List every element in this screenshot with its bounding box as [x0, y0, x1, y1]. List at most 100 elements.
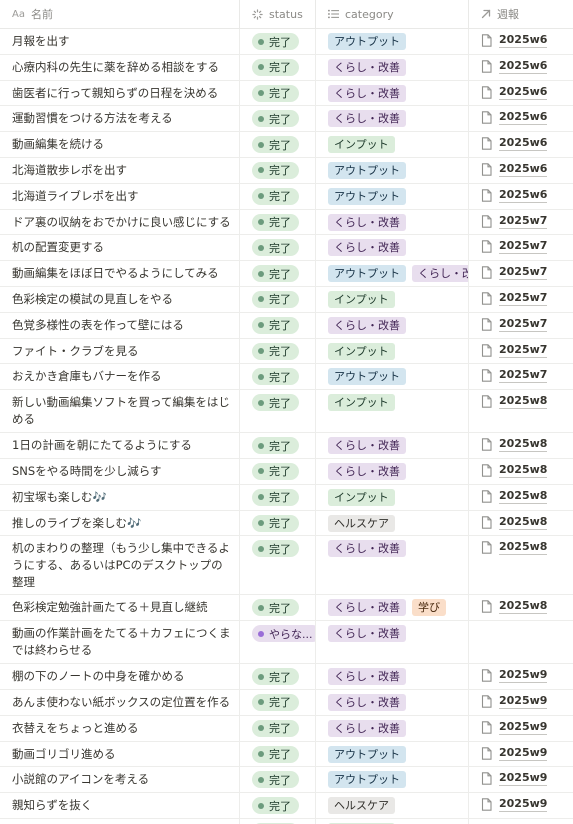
- header-status[interactable]: status: [240, 0, 316, 28]
- task-name[interactable]: 動画編集をほぼ日でやるようにしてみる: [12, 265, 225, 282]
- category-cell[interactable]: アウトプットくらし・改善: [316, 261, 469, 286]
- week-cell[interactable]: 2025w9: [469, 716, 573, 741]
- status-cell[interactable]: 完了: [240, 338, 316, 364]
- table-row[interactable]: 推しのライブを楽しむ🎶 完了 ヘルスケア 2025w8: [0, 510, 573, 537]
- week-relation-link[interactable]: 2025w6: [481, 85, 548, 100]
- status-cell[interactable]: 完了: [240, 54, 316, 80]
- name-cell[interactable]: あんま使わない紙ボックスの定位置を作る: [0, 689, 240, 715]
- week-cell[interactable]: 2025w9: [469, 742, 573, 767]
- table-row[interactable]: 北海道ライブレポを出す 完了 アウトプット 2025w6: [0, 183, 573, 210]
- task-name[interactable]: 1日の計画を朝にたてるようにする: [12, 437, 198, 454]
- status-badge[interactable]: 完了: [252, 437, 299, 455]
- status-cell[interactable]: 完了: [240, 689, 316, 715]
- category-cell[interactable]: インプット: [316, 286, 469, 312]
- category-cell[interactable]: アウトプット: [316, 741, 469, 767]
- category-tag[interactable]: くらし・改善: [328, 625, 406, 643]
- task-name[interactable]: 心療内科の先生に薬を辞める相談をする: [12, 59, 225, 76]
- category-cell[interactable]: アウトプット: [316, 183, 469, 209]
- name-cell[interactable]: 北海道ライブレポを出す: [0, 183, 240, 209]
- task-name[interactable]: 動画編集を続ける: [12, 136, 110, 153]
- status-badge[interactable]: 完了: [252, 668, 299, 686]
- category-tag[interactable]: くらし・改善: [412, 265, 468, 283]
- category-cell[interactable]: くらし・改善: [316, 209, 469, 235]
- task-name[interactable]: 色彩検定の模試の見直しをやる: [12, 291, 179, 308]
- name-cell[interactable]: 歯医者に行って親知らずの日程を決める: [0, 80, 240, 106]
- status-cell[interactable]: 完了: [240, 312, 316, 338]
- category-tag[interactable]: くらし・改善: [328, 437, 406, 455]
- category-tag[interactable]: くらし・改善: [328, 693, 406, 711]
- week-cell[interactable]: 2025w6: [469, 55, 573, 80]
- name-cell[interactable]: 動画編集をほぼ日でやるようにしてみる: [0, 261, 240, 286]
- category-cell[interactable]: ヘルスケア: [316, 510, 469, 536]
- status-cell[interactable]: 完了: [240, 767, 316, 793]
- header-week[interactable]: 週報: [469, 0, 573, 28]
- name-cell[interactable]: 棚の下のノートの中身を確かめる: [0, 664, 240, 689]
- status-badge[interactable]: 完了: [252, 110, 299, 128]
- table-row[interactable]: おえかき倉庫もバナーを作る 完了 アウトプット 2025w7: [0, 364, 573, 391]
- week-cell[interactable]: 2025w7: [469, 235, 573, 260]
- week-cell[interactable]: 2025w7: [469, 210, 573, 235]
- category-tag[interactable]: アウトプット: [328, 265, 406, 283]
- category-cell[interactable]: くらし・改善: [316, 664, 469, 689]
- week-cell[interactable]: 2025w6: [469, 132, 573, 157]
- task-name[interactable]: 色覚多様性の表を作って壁にはる: [12, 317, 190, 334]
- category-cell[interactable]: くらし・改善: [316, 235, 469, 261]
- header-name[interactable]: Aa 名前: [0, 0, 240, 28]
- week-relation-link[interactable]: 2025w9: [481, 797, 548, 813]
- status-cell[interactable]: 完了: [240, 261, 316, 286]
- task-name[interactable]: 動画の作業計画をたてる＋カフェにつくまでは終わらせる: [12, 625, 239, 659]
- category-cell[interactable]: アウトプット: [316, 157, 469, 183]
- category-tag[interactable]: くらし・改善: [328, 540, 406, 558]
- table-row[interactable]: 小説館のアイコンを考える 完了 アウトプット 2025w9: [0, 767, 573, 794]
- table-row[interactable]: ドア裏の収納をおでかけに良い感じにする 完了 くらし・改善 2025w7: [0, 209, 573, 236]
- task-name[interactable]: 北海道散歩レポを出す: [12, 162, 133, 179]
- status-badge[interactable]: 完了: [252, 33, 299, 50]
- category-tag[interactable]: くらし・改善: [328, 84, 406, 102]
- status-cell[interactable]: 完了: [240, 510, 316, 536]
- week-relation-link[interactable]: 2025w8: [481, 515, 548, 530]
- category-cell[interactable]: インプット: [316, 818, 469, 824]
- category-tag[interactable]: くらし・改善: [328, 668, 406, 686]
- week-cell[interactable]: 2025w9: [469, 819, 573, 824]
- table-row[interactable]: 色覚多様性の表を作って壁にはる 完了 くらし・改善 2025w7: [0, 312, 573, 339]
- status-badge[interactable]: 完了: [252, 58, 299, 76]
- week-cell[interactable]: 2025w8: [469, 595, 573, 620]
- status-cell[interactable]: 完了: [240, 390, 316, 433]
- task-name[interactable]: 推しのライブを楽しむ🎶: [12, 515, 147, 532]
- status-cell[interactable]: 完了: [240, 484, 316, 510]
- task-name[interactable]: 衣替えをちょっと進める: [12, 720, 145, 737]
- status-badge[interactable]: 完了: [252, 540, 299, 558]
- week-relation-link[interactable]: 2025w6: [481, 188, 548, 203]
- status-badge[interactable]: 完了: [252, 136, 299, 154]
- week-cell[interactable]: 2025w8: [469, 459, 573, 484]
- status-cell[interactable]: 完了: [240, 433, 316, 458]
- name-cell[interactable]: 動画編集を続ける: [0, 132, 240, 157]
- status-badge[interactable]: 完了: [252, 161, 299, 179]
- category-tag[interactable]: インプット: [328, 342, 395, 360]
- category-cell[interactable]: インプット: [316, 484, 469, 510]
- task-name[interactable]: ドア裏の収納をおでかけに良い感じにする: [12, 214, 237, 231]
- category-cell[interactable]: インプット: [316, 338, 469, 364]
- table-row[interactable]: 1日の計画を朝にたてるようにする 完了 くらし・改善 2025w8: [0, 433, 573, 459]
- category-cell[interactable]: アウトプット: [316, 767, 469, 793]
- category-tag[interactable]: アウトプット: [328, 771, 406, 789]
- name-cell[interactable]: 動画ゴリゴリ進める: [0, 741, 240, 767]
- table-row[interactable]: あんま使わない紙ボックスの定位置を作る 完了 くらし・改善 2025w9: [0, 689, 573, 716]
- status-cell[interactable]: 完了: [240, 664, 316, 689]
- week-cell[interactable]: 2025w8: [469, 511, 573, 536]
- task-name[interactable]: 親知らずを抜く: [12, 797, 98, 814]
- week-cell[interactable]: 2025w9: [469, 767, 573, 792]
- task-name[interactable]: 棚の下のノートの中身を確かめる: [12, 668, 191, 685]
- name-cell[interactable]: 色彩検定の模試の見直しをやる: [0, 286, 240, 312]
- name-cell[interactable]: ファイト・クラブを見る: [0, 338, 240, 364]
- week-cell[interactable]: 2025w7: [469, 339, 573, 364]
- task-name[interactable]: 机のまわりの整理（もう少し集中できるようにする、あるいはPCのデスクトップの整理: [12, 540, 239, 591]
- status-cell[interactable]: 完了: [240, 29, 316, 54]
- week-cell[interactable]: 2025w9: [469, 690, 573, 715]
- status-cell[interactable]: 完了: [240, 106, 316, 132]
- week-relation-link[interactable]: 2025w7: [481, 343, 548, 358]
- status-badge[interactable]: 完了: [252, 368, 299, 386]
- table-row[interactable]: 机のまわりの整理（もう少し集中できるようにする、あるいはPCのデスクトップの整理…: [0, 536, 573, 596]
- name-cell[interactable]: ドア裏の収納をおでかけに良い感じにする: [0, 209, 240, 235]
- table-row[interactable]: 色彩検定勉強計画たてる＋見直し継続 完了 くらし・改善 学び 2025w8: [0, 595, 573, 622]
